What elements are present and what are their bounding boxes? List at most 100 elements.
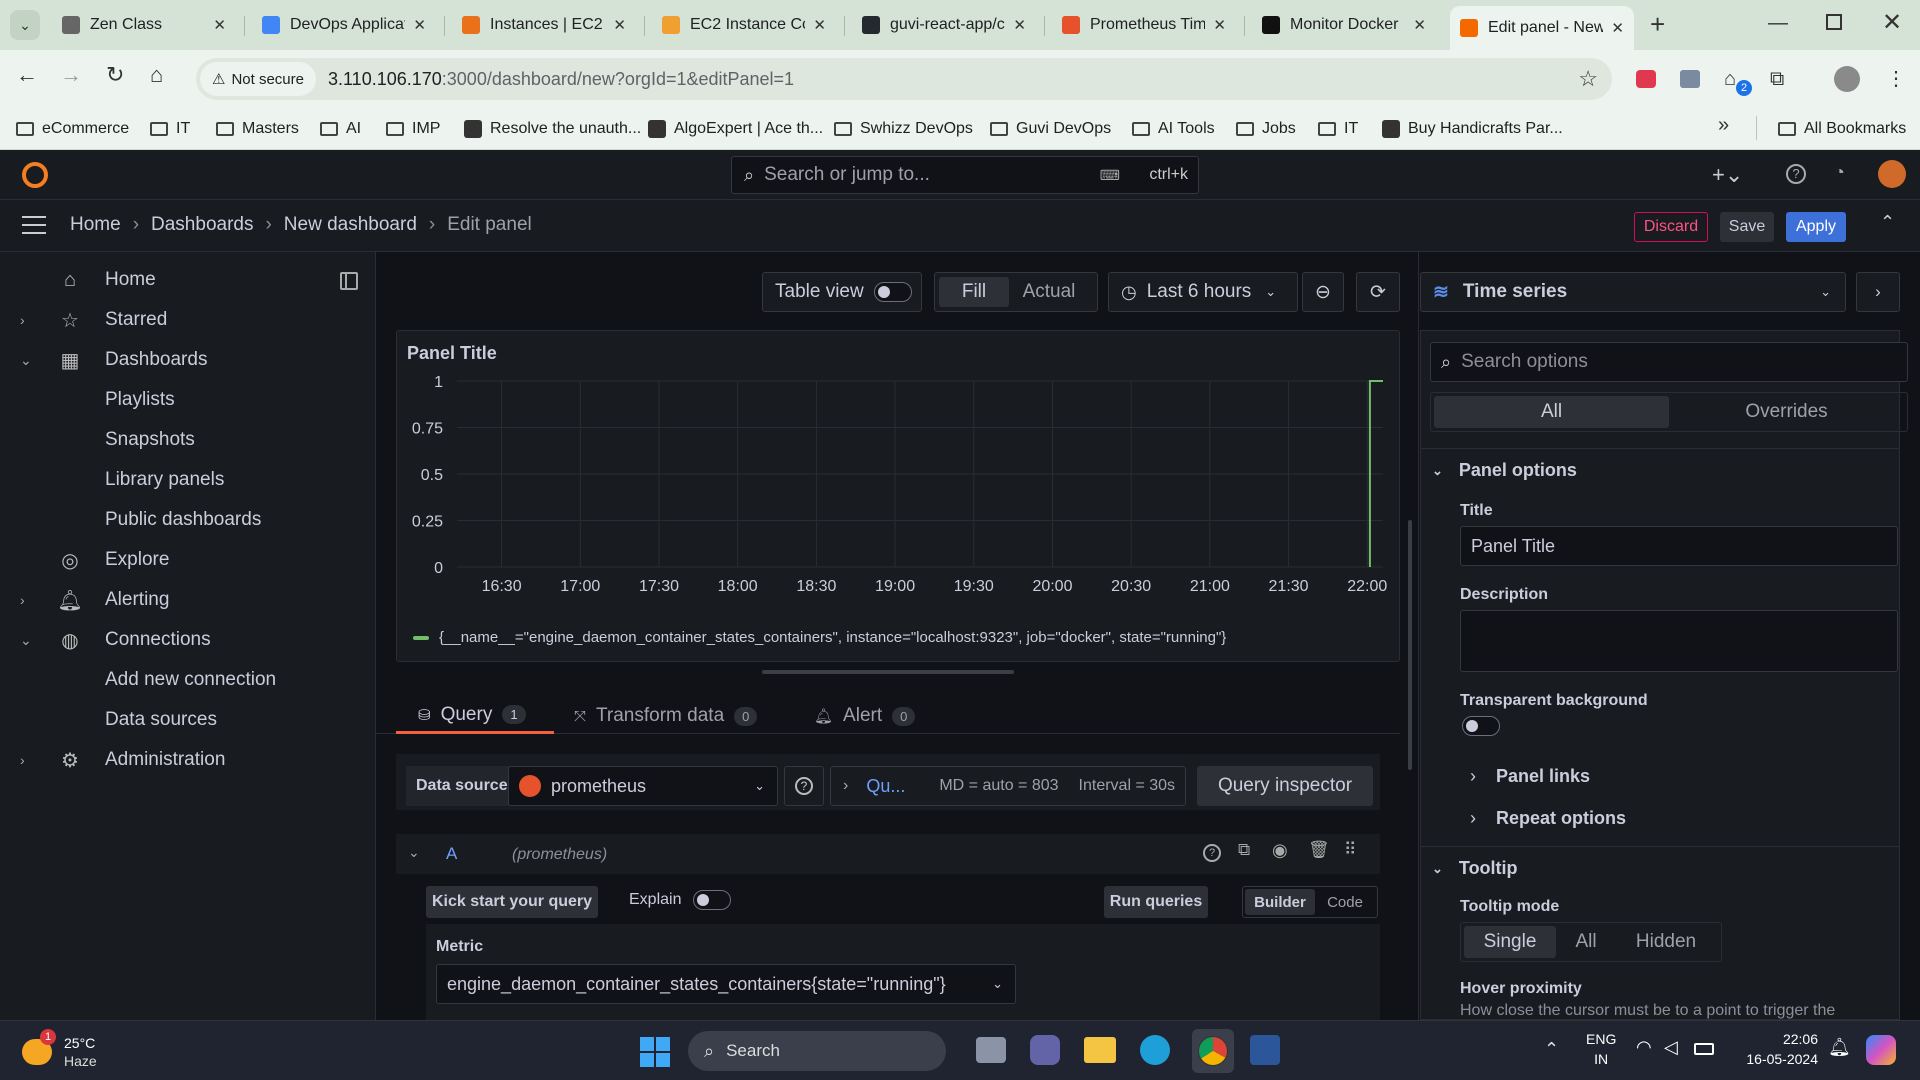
- sidebar-item-playlists[interactable]: Playlists: [0, 380, 376, 420]
- profile-avatar[interactable]: [1834, 66, 1860, 92]
- bookmark-item[interactable]: Masters: [216, 116, 299, 142]
- panel-links-header[interactable]: › Panel links: [1470, 766, 1590, 787]
- help-icon[interactable]: ?: [1786, 164, 1806, 184]
- sidebar-item-connections[interactable]: ⌄ ◍ Connections: [0, 620, 376, 660]
- tooltip-mode-all[interactable]: All: [1556, 926, 1616, 958]
- tab-alert[interactable]: 🔔︎ Alert 0: [814, 698, 916, 734]
- tab-close-icon[interactable]: ✕: [813, 16, 826, 34]
- run-queries-button[interactable]: Run queries: [1104, 886, 1208, 918]
- tab-close-icon[interactable]: ✕: [1611, 19, 1624, 37]
- user-avatar[interactable]: [1878, 160, 1906, 188]
- extensions-puzzle-icon[interactable]: ⧉: [1770, 68, 1784, 91]
- tab-query[interactable]: ⛁ Query 1: [396, 698, 554, 734]
- tab-close-icon[interactable]: ✕: [613, 16, 626, 34]
- legend-item[interactable]: {__name__="engine_daemon_container_state…: [413, 629, 1226, 646]
- bookmark-item[interactable]: Guvi DevOps: [990, 116, 1111, 142]
- sidebar-item-starred[interactable]: › ☆ Starred: [0, 300, 376, 340]
- tooltip-mode-hidden[interactable]: Hidden: [1616, 926, 1716, 958]
- teams-icon[interactable]: [1030, 1035, 1060, 1065]
- chevron-right-icon[interactable]: ›: [20, 312, 25, 328]
- start-windows-icon[interactable]: [640, 1037, 670, 1067]
- browser-menu-icon[interactable]: ⋮: [1886, 66, 1906, 91]
- browser-tab[interactable]: Prometheus Tim ✕: [1052, 8, 1236, 42]
- browser-tab[interactable]: DevOps Applicat ✕: [252, 8, 436, 42]
- code-button[interactable]: Code: [1315, 889, 1375, 915]
- metric-select[interactable]: engine_daemon_container_states_container…: [436, 964, 1016, 1004]
- grafana-logo[interactable]: [22, 162, 48, 188]
- explain-toggle[interactable]: Explain: [629, 890, 732, 910]
- table-view-toggle[interactable]: Table view: [762, 272, 922, 312]
- tooltip-mode-single[interactable]: Single: [1464, 926, 1556, 958]
- extension-pocket-icon[interactable]: [1636, 70, 1656, 88]
- panel-options-header[interactable]: ⌄ Panel options: [1432, 460, 1577, 481]
- menu-icon[interactable]: [22, 216, 46, 234]
- bookmark-item[interactable]: AI Tools: [1132, 116, 1215, 142]
- close-window-button[interactable]: ✕: [1882, 8, 1902, 37]
- all-button[interactable]: All: [1434, 396, 1669, 428]
- global-search[interactable]: ⌕ Search or jump to... ⌨ ctrl+k: [731, 156, 1199, 194]
- browser-tab[interactable]: Monitor Docker ✕: [1252, 8, 1436, 42]
- bookmark-item[interactable]: IT: [1318, 116, 1358, 142]
- tab-close-icon[interactable]: ✕: [1413, 16, 1426, 34]
- browser-tab[interactable]: EC2 Instance Co ✕: [652, 8, 836, 42]
- search-options-input[interactable]: ⌕ Search options: [1430, 342, 1908, 382]
- tab-close-icon[interactable]: ✕: [213, 16, 226, 34]
- discard-button[interactable]: Discard: [1634, 212, 1708, 242]
- bookmark-item[interactable]: Resolve the unauth...: [464, 116, 641, 142]
- bookmark-item[interactable]: IT: [150, 116, 190, 142]
- description-textarea[interactable]: [1460, 610, 1898, 672]
- address-bar[interactable]: ⚠ Not secure 3.110.106.170:3000/dashboar…: [196, 58, 1612, 100]
- visualization-picker[interactable]: ≋ Time series ⌄: [1420, 272, 1846, 312]
- explain-switch[interactable]: [693, 890, 732, 910]
- taskbar-search[interactable]: ⌕ Search: [688, 1031, 946, 1071]
- chevron-right-icon[interactable]: ›: [20, 752, 25, 768]
- language-indicator[interactable]: ENG IN: [1586, 1031, 1616, 1067]
- save-button[interactable]: Save: [1720, 212, 1774, 242]
- sidebar-item-dashboards[interactable]: ⌄ ▦ Dashboards: [0, 340, 376, 380]
- bookmark-item[interactable]: Swhizz DevOps: [834, 116, 973, 142]
- wifi-icon[interactable]: ◠: [1636, 1037, 1652, 1058]
- back-icon[interactable]: ←: [16, 62, 38, 88]
- sidebar-item-explore[interactable]: ◎ Explore: [0, 540, 376, 580]
- query-options-toggle[interactable]: › Qu... MD = auto = 803 Interval = 30s: [830, 766, 1186, 806]
- sidebar-item-home[interactable]: ⌂ Home: [0, 260, 376, 300]
- bookmark-item[interactable]: AI: [320, 116, 361, 142]
- apply-button[interactable]: Apply: [1786, 212, 1846, 242]
- time-range-picker[interactable]: ◷ Last 6 hours ⌄: [1108, 272, 1298, 312]
- security-chip[interactable]: ⚠ Not secure: [200, 62, 316, 96]
- forward-icon[interactable]: →: [60, 62, 82, 88]
- bookmark-item[interactable]: IMP: [386, 116, 440, 142]
- reload-icon[interactable]: ↻: [106, 62, 124, 88]
- sidebar-item-public-dashboards[interactable]: Public dashboards: [0, 500, 376, 540]
- bookmark-item[interactable]: AlgoExpert | Ace th...: [648, 116, 823, 142]
- copilot-icon[interactable]: [1866, 1035, 1896, 1065]
- fill-button[interactable]: Fill: [939, 277, 1009, 307]
- sidebar-item-alerting[interactable]: › 🔔︎ Alerting: [0, 580, 376, 620]
- sidebar-item-administration[interactable]: › ⚙ Administration: [0, 740, 376, 780]
- browser-tab[interactable]: Zen Class ✕: [52, 8, 236, 42]
- edge-icon[interactable]: [1140, 1035, 1170, 1065]
- transparent-background-switch[interactable]: [1462, 716, 1500, 736]
- actual-button[interactable]: Actual: [1009, 277, 1089, 307]
- bookmark-item[interactable]: Jobs: [1236, 116, 1296, 142]
- more-bookmarks-icon[interactable]: »: [1718, 114, 1729, 137]
- tab-close-icon[interactable]: ✕: [1013, 16, 1026, 34]
- browser-tab[interactable]: Instances | EC2 | ✕: [452, 8, 636, 42]
- query-inspector-button[interactable]: Query inspector: [1197, 766, 1373, 806]
- minimize-button[interactable]: —: [1768, 12, 1788, 35]
- chevron-right-icon[interactable]: ›: [20, 592, 25, 608]
- data-source-picker[interactable]: prometheus ⌄: [508, 766, 778, 806]
- collapse-query-icon[interactable]: ⌄: [408, 844, 420, 861]
- tab-search-button[interactable]: ⌄: [10, 10, 40, 40]
- add-new-icon[interactable]: +⌄: [1712, 162, 1743, 188]
- file-explorer-icon[interactable]: [1084, 1037, 1116, 1063]
- extension-home-icon[interactable]: ⌂: [1724, 68, 1736, 91]
- volume-icon[interactable]: ◁: [1664, 1037, 1678, 1058]
- chevron-down-icon[interactable]: ⌄: [20, 632, 32, 649]
- refresh-button[interactable]: ⟳: [1356, 272, 1400, 312]
- duplicate-query-icon[interactable]: ⧉: [1238, 840, 1250, 860]
- tab-transform[interactable]: ⤧ Transform data 0: [574, 698, 758, 734]
- table-view-switch[interactable]: [873, 282, 912, 302]
- bookmark-star-icon[interactable]: ☆: [1578, 66, 1598, 92]
- data-source-help-button[interactable]: ?: [784, 766, 824, 806]
